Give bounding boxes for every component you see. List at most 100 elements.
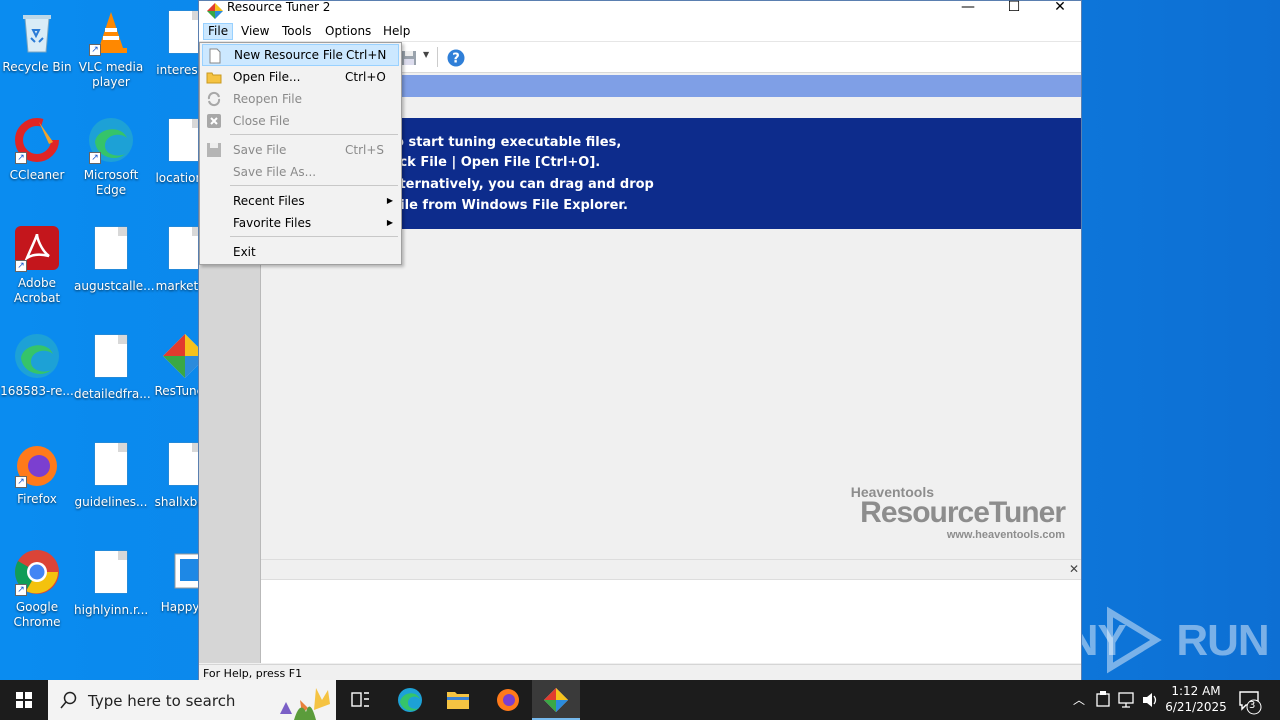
- firefox-icon: [497, 689, 519, 711]
- taskbar-file-explorer[interactable]: [434, 680, 482, 720]
- desktop-icon-augustcalle[interactable]: augustcalle...: [74, 224, 155, 294]
- desktop-icon-google-chrome[interactable]: ↗ Google Chrome: [0, 548, 74, 630]
- menu-item-reopen-file[interactable]: Reopen File: [202, 88, 399, 110]
- desktop-icon-detailedfra[interactable]: detailedfra...: [74, 332, 151, 402]
- taskbar-search-box[interactable]: Type here to search: [48, 680, 336, 720]
- ccleaner-icon: ↗: [13, 116, 61, 164]
- toolbar-separator: [437, 47, 438, 67]
- desktop-icon-label: guidelines...: [74, 495, 148, 509]
- usb-device-icon[interactable]: [1094, 680, 1112, 720]
- shortcut-arrow-icon: ↗: [15, 152, 27, 164]
- menu-view[interactable]: View: [237, 23, 273, 40]
- menu-item-label: Favorite Files: [233, 216, 312, 230]
- maximize-button[interactable]: ☐: [991, 0, 1037, 21]
- desktop-icon-ccleaner[interactable]: ↗ CCleaner: [0, 116, 74, 183]
- menu-item-shortcut: Ctrl+O: [345, 70, 386, 84]
- desktop-icon-168583[interactable]: 168583-re...: [0, 332, 74, 399]
- file-icon: [87, 551, 135, 599]
- menu-item-label: Exit: [233, 245, 256, 259]
- help-icon[interactable]: ?: [447, 49, 465, 67]
- menu-item-label: Open File...: [233, 70, 301, 84]
- desktop-icon-recycle-bin[interactable]: Recycle Bin: [0, 8, 74, 75]
- menu-options[interactable]: Options: [321, 23, 375, 40]
- close-button[interactable]: ✕: [1037, 0, 1083, 21]
- output-panel: ✕: [261, 559, 1081, 663]
- menu-tools[interactable]: Tools: [278, 23, 316, 40]
- menu-separator: [230, 134, 398, 135]
- save-icon: [207, 143, 221, 157]
- menu-item-recent-files[interactable]: Recent Files ▶: [202, 190, 399, 212]
- vlc-cone-icon: ↗: [87, 8, 135, 56]
- banner-line-3: lternatively, you can drag and drop: [395, 177, 654, 192]
- menu-item-label: Reopen File: [233, 92, 303, 106]
- file-icon: [87, 335, 135, 383]
- menu-item-favorite-files[interactable]: Favorite Files ▶: [202, 212, 399, 234]
- network-icon[interactable]: [1116, 680, 1136, 720]
- menu-item-save-file[interactable]: Save File Ctrl+S: [202, 139, 399, 161]
- task-view-icon: [351, 692, 369, 707]
- new-file-icon: [209, 48, 221, 64]
- reopen-icon: [207, 91, 221, 107]
- notification-count-badge: 3: [1249, 700, 1256, 711]
- taskbar-firefox[interactable]: [484, 680, 532, 720]
- search-highlight-flowers-icon: [280, 688, 330, 720]
- clock[interactable]: 1:12 AM 6/21/2025: [1164, 680, 1228, 720]
- show-hidden-icons-chevron[interactable]: ︿: [1068, 680, 1090, 720]
- desktop-icon-label: Microsoft Edge: [83, 168, 139, 197]
- menu-item-exit[interactable]: Exit: [202, 241, 399, 263]
- close-file-icon: [207, 114, 221, 128]
- desktop-icon-microsoft-edge[interactable]: ↗ Microsoft Edge: [74, 116, 148, 198]
- windows-logo-icon: [16, 692, 32, 708]
- adobe-acrobat-icon: ↗: [13, 224, 61, 272]
- notification-center-button[interactable]: 3: [1232, 680, 1272, 720]
- desktop-icon-label: highlyinn.r...: [74, 603, 149, 617]
- start-button[interactable]: [0, 680, 48, 720]
- volume-icon[interactable]: [1140, 680, 1160, 720]
- desktop-icon-highlyinn[interactable]: highlyinn.r...: [74, 548, 148, 618]
- clock-time: 1:12 AM: [1171, 684, 1221, 698]
- menu-file[interactable]: File: [203, 23, 234, 40]
- desktop-icon-label: Google Chrome: [13, 600, 61, 629]
- banner-line-1: o start tuning executable files,: [395, 135, 622, 150]
- desktop-icon-guidelines[interactable]: guidelines...: [74, 440, 148, 510]
- taskbar-resource-tuner[interactable]: [532, 680, 580, 720]
- folder-icon: [447, 692, 469, 709]
- menu-help[interactable]: Help: [379, 23, 414, 40]
- menu-item-label: Close File: [233, 114, 290, 128]
- menu-item-new-resource-file[interactable]: New Resource File Ctrl+N: [202, 44, 399, 66]
- desktop-icon-label: VLC media player: [78, 60, 144, 89]
- logo-url: www.heaventools.com: [946, 529, 1065, 541]
- search-placeholder: Type here to search: [88, 692, 236, 710]
- logo-brand-big: ResourceTuner: [860, 496, 1066, 529]
- desktop-icon-label: 168583-re...: [0, 384, 74, 398]
- menu-separator: [230, 236, 398, 237]
- title-bar[interactable]: Resource Tuner 2 — ☐ ✕: [199, 0, 1083, 21]
- menu-item-open-file[interactable]: Open File... Ctrl+O: [202, 66, 399, 88]
- shortcut-arrow-icon: ↗: [89, 44, 101, 56]
- save-toolbar-icon[interactable]: [401, 50, 417, 66]
- output-close-icon[interactable]: ✕: [1069, 562, 1079, 576]
- dropdown-arrow-icon[interactable]: ▼: [423, 50, 429, 59]
- desktop-icon-label: Recycle Bin: [2, 60, 72, 74]
- desktop-icon-firefox[interactable]: ↗ Firefox: [0, 440, 74, 507]
- desktop-icon-adobe-acrobat[interactable]: ↗ Adobe Acrobat: [0, 224, 74, 306]
- menu-item-save-file-as[interactable]: Save File As...: [202, 161, 399, 183]
- desktop-icon-label: detailedfra...: [74, 387, 151, 401]
- submenu-arrow-icon: ▶: [386, 218, 393, 227]
- window-title: Resource Tuner 2: [227, 0, 331, 14]
- shortcut-arrow-icon: ↗: [89, 152, 101, 164]
- taskbar-edge[interactable]: [386, 680, 434, 720]
- menu-bar: File View Tools Options Help: [199, 21, 1081, 42]
- clock-date: 6/21/2025: [1165, 700, 1227, 714]
- menu-item-label: Recent Files: [233, 194, 305, 208]
- file-menu-dropdown: New Resource File Ctrl+N Open File... Ct…: [199, 42, 402, 265]
- minimize-button[interactable]: —: [945, 0, 991, 21]
- menu-item-label: New Resource File: [234, 48, 343, 62]
- shortcut-arrow-icon: ↗: [15, 584, 27, 596]
- edge-icon: [13, 332, 61, 380]
- search-icon: [60, 691, 77, 709]
- status-text: For Help, press F1: [203, 667, 303, 680]
- menu-item-close-file[interactable]: Close File: [202, 110, 399, 132]
- desktop-icon-vlc[interactable]: ↗ VLC media player: [74, 8, 148, 90]
- task-view-button[interactable]: [336, 680, 384, 720]
